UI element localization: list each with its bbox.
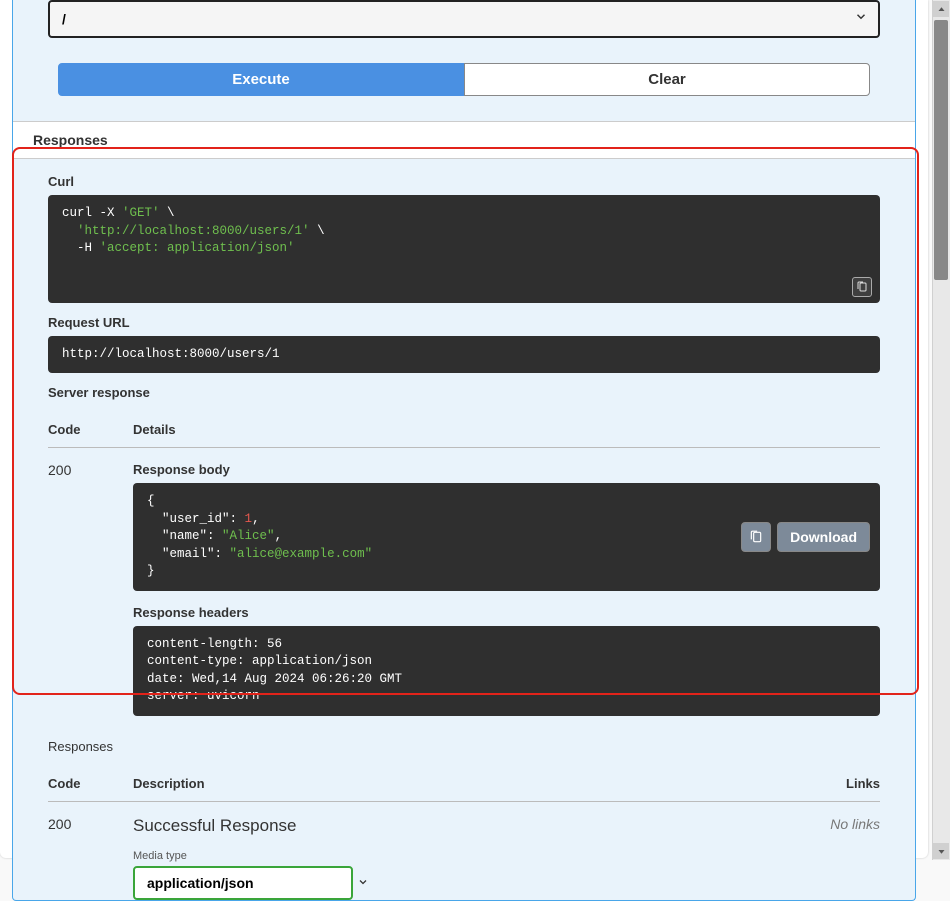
scrollbar-thumb[interactable]: [934, 20, 948, 280]
execute-button[interactable]: Execute: [58, 63, 464, 96]
download-button[interactable]: Download: [777, 522, 870, 552]
status-code: 200: [48, 816, 133, 900]
request-url-block: http://localhost:8000/users/1: [48, 336, 880, 374]
clipboard-icon: [856, 281, 868, 293]
chevron-up-icon: [937, 5, 946, 14]
chevron-down-icon: [937, 847, 946, 856]
request-url-label: Request URL: [48, 315, 880, 330]
media-type-select[interactable]: application/json: [133, 866, 353, 900]
documented-responses-section: Responses Code Description Links 200 Suc…: [13, 731, 915, 900]
response-body-label: Response body: [133, 462, 880, 477]
scroll-up-button[interactable]: [933, 1, 949, 17]
clear-button[interactable]: Clear: [464, 63, 870, 96]
operation-panel: / Execute Clear Responses Curl curl -X '…: [12, 0, 916, 901]
code-column-header: Code: [48, 422, 133, 437]
scrollbar[interactable]: [932, 0, 950, 860]
status-code: 200: [48, 462, 133, 716]
curl-code-block: curl -X 'GET' \ 'http://localhost:8000/u…: [48, 195, 880, 303]
clipboard-icon: [749, 530, 763, 544]
links-column-header: Links: [820, 776, 880, 791]
response-table-header: Code Details: [48, 410, 880, 448]
responses-label: Responses: [48, 739, 880, 754]
server-response-label: Server response: [48, 385, 880, 400]
copy-body-button[interactable]: [741, 522, 771, 552]
responses-section-header: Responses: [13, 121, 915, 159]
no-links-text: No links: [810, 816, 880, 900]
code-column-header: Code: [48, 776, 133, 791]
details-column-header: Details: [133, 422, 880, 437]
response-description: Successful Response: [133, 816, 810, 836]
scroll-down-button[interactable]: [933, 843, 949, 859]
response-headers-label: Response headers: [133, 605, 880, 620]
live-response-section: Curl curl -X 'GET' \ 'http://localhost:8…: [13, 159, 915, 731]
description-column-header: Description: [133, 776, 820, 791]
table-row: 200 Response body { "user_id": 1, "name"…: [48, 448, 880, 716]
curl-label: Curl: [48, 174, 880, 189]
path-param-select[interactable]: /: [48, 0, 880, 38]
response-headers-block: content-length: 56 content-type: applica…: [133, 626, 880, 716]
table-row: 200 Successful Response Media type appli…: [48, 802, 880, 900]
copy-curl-button[interactable]: [852, 277, 872, 297]
chevron-down-icon: [357, 875, 369, 892]
